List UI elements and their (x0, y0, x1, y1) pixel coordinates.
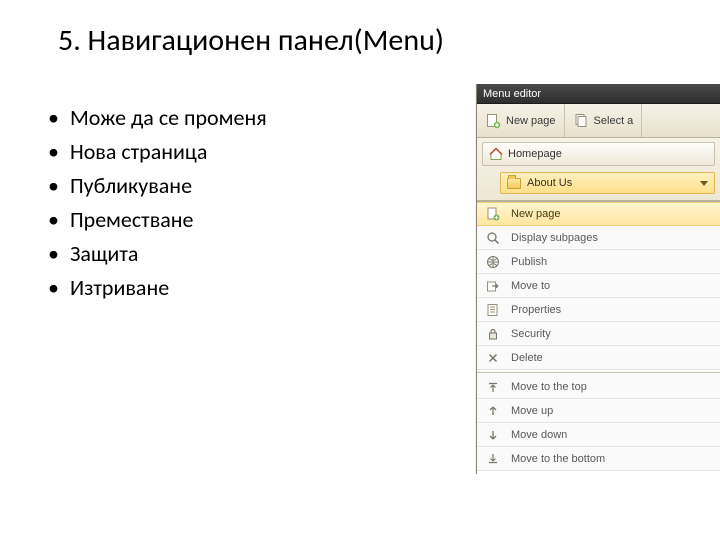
tree-item-label: About Us (527, 177, 572, 189)
context-menu-move-to[interactable]: Move to (477, 274, 720, 298)
properties-icon (483, 303, 503, 317)
move-up-icon (483, 404, 503, 418)
context-menu-move-down[interactable]: Move down (477, 423, 720, 447)
toolbar-select-button[interactable]: Select a (565, 104, 643, 137)
move-icon (483, 279, 503, 293)
toolbar-select-label: Select a (594, 115, 634, 127)
panel-toolbar: New page Select a (477, 104, 720, 138)
context-menu-security[interactable]: Security (477, 322, 720, 346)
context-menu-label: Publish (511, 256, 547, 268)
context-menu-properties[interactable]: Properties (477, 298, 720, 322)
context-menu-label: Move up (511, 405, 553, 417)
tree-root-homepage[interactable]: Homepage (482, 142, 715, 166)
context-menu-label: Move to the top (511, 381, 587, 393)
move-down-icon (483, 428, 503, 442)
publish-icon (483, 255, 503, 269)
context-menu-label: Move to (511, 280, 550, 292)
context-menu-label: Security (511, 328, 551, 340)
context-menu-display-sub[interactable]: Display subpages (477, 226, 720, 250)
context-menu-publish[interactable]: Publish (477, 250, 720, 274)
slide-title: 5. Навигационен панел(Menu) (0, 0, 720, 59)
toolbar-new-page-label: New page (506, 115, 556, 127)
menu-editor-panel: Menu editor New page Select a Homepage (476, 84, 720, 474)
page-tree: Homepage About Us (477, 138, 720, 201)
context-menu: New page Display subpages Publish Move to Pr… (477, 201, 720, 471)
context-menu-separator (477, 372, 720, 373)
folder-icon (507, 178, 521, 189)
tree-root-label: Homepage (508, 148, 562, 160)
context-menu-move-top[interactable]: Move to the top (477, 375, 720, 399)
move-bottom-icon (483, 452, 503, 466)
lock-icon (483, 327, 503, 341)
context-menu-new-page[interactable]: New page (477, 202, 720, 226)
toolbar-new-page-button[interactable]: New page (477, 104, 565, 137)
delete-icon (483, 351, 503, 365)
new-page-icon (485, 113, 501, 129)
context-menu-move-bottom[interactable]: Move to the bottom (477, 447, 720, 471)
context-menu-label: Delete (511, 352, 543, 364)
panel-title-bar: Menu editor (477, 84, 720, 104)
context-menu-delete[interactable]: Delete (477, 346, 720, 370)
home-icon (489, 147, 503, 161)
context-menu-label: Move down (511, 429, 567, 441)
move-top-icon (483, 380, 503, 394)
select-pages-icon (573, 113, 589, 129)
panel-title: Menu editor (483, 88, 541, 100)
chevron-down-icon (700, 181, 708, 186)
context-menu-move-up[interactable]: Move up (477, 399, 720, 423)
context-menu-label: Display subpages (511, 232, 598, 244)
new-page-icon (483, 207, 503, 221)
context-menu-label: New page (511, 208, 561, 220)
magnifier-icon (483, 231, 503, 245)
context-menu-label: Move to the bottom (511, 453, 605, 465)
context-menu-label: Properties (511, 304, 561, 316)
tree-item-about-us[interactable]: About Us (500, 172, 715, 194)
